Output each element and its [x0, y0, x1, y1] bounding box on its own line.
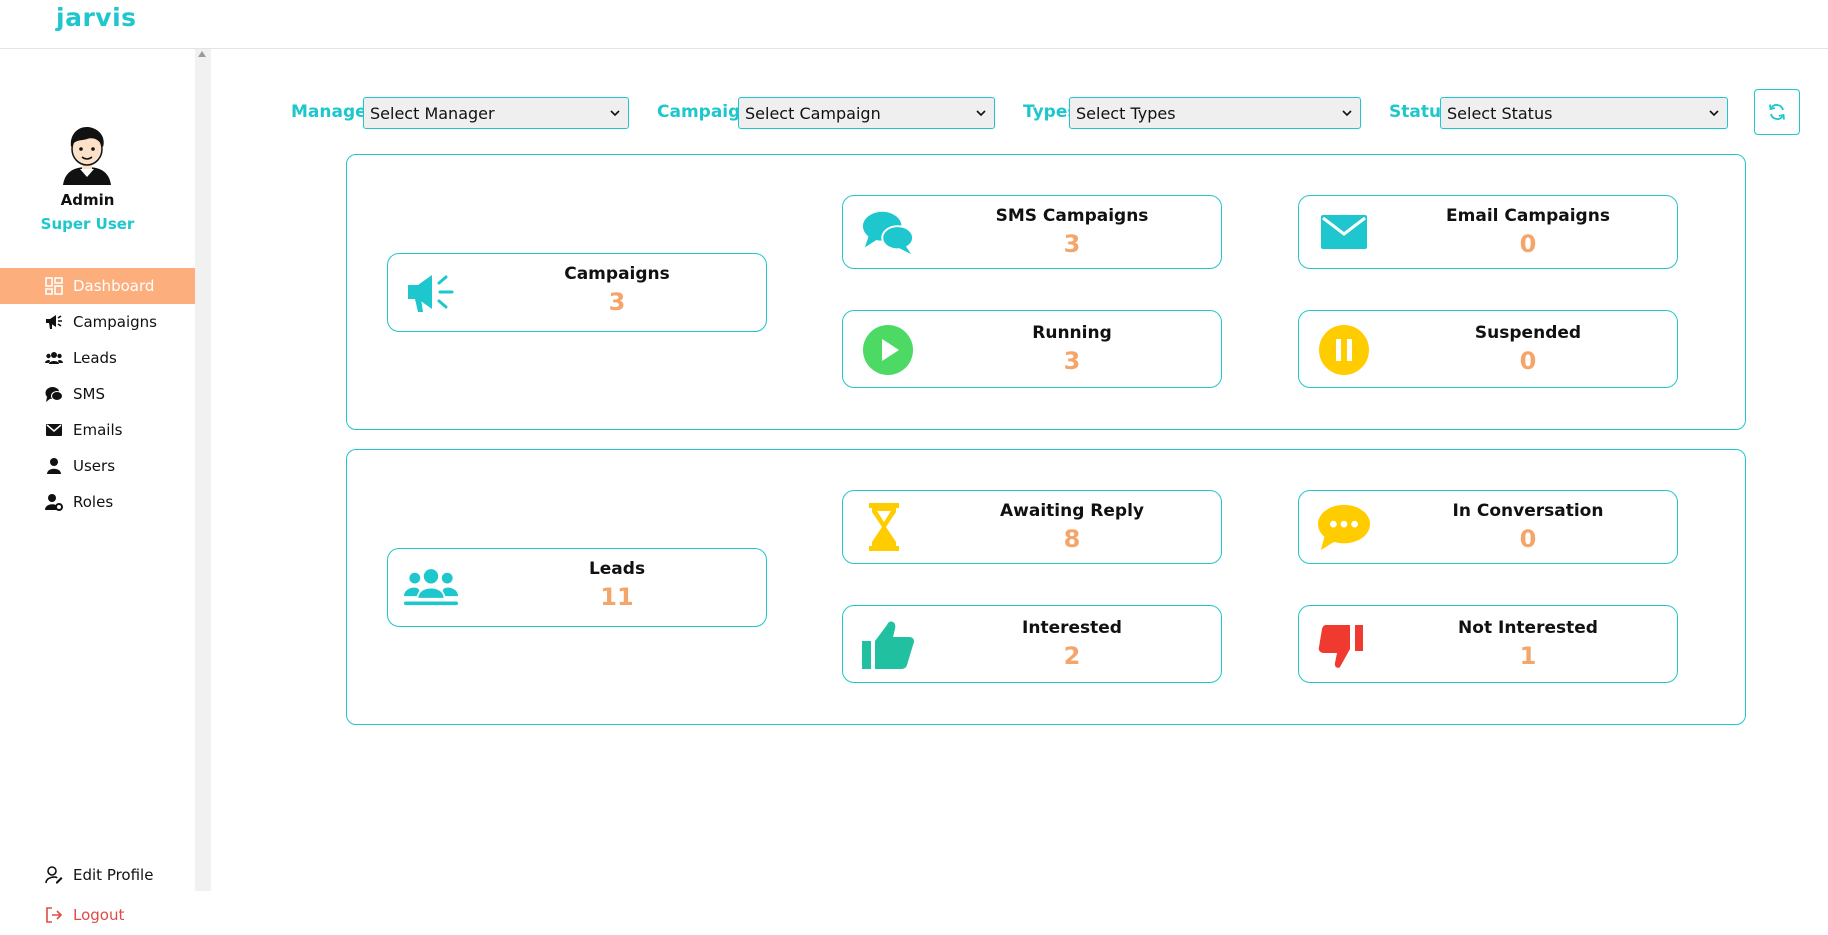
chevron-down-icon [976, 110, 986, 117]
sidebar-item-emails[interactable]: Emails [0, 412, 195, 448]
types-select[interactable]: Select Types [1069, 97, 1361, 129]
leads-panel: Leads 11 Awaiting Reply 8 In Conversatio… [346, 449, 1746, 725]
email-campaigns-card-title: Email Campaigns [1446, 206, 1610, 226]
sidebar-item-sms[interactable]: SMS [0, 376, 195, 412]
sidebar-item-users[interactable]: Users [0, 448, 195, 484]
user-edit-icon [44, 865, 64, 885]
play-icon [861, 324, 915, 376]
chevron-down-icon [1709, 110, 1719, 117]
in-conversation-card-value: 0 [1519, 525, 1537, 553]
not-interested-card[interactable]: Not Interested 1 [1298, 605, 1678, 683]
awaiting-reply-card[interactable]: Awaiting Reply 8 [842, 490, 1222, 564]
envelope-icon [1317, 206, 1371, 258]
manager-select[interactable]: Select Manager [363, 97, 629, 129]
megaphone-icon [406, 267, 460, 319]
user-cog-icon [44, 492, 64, 512]
thumbs-up-icon [861, 619, 915, 671]
interested-card-value: 2 [1063, 642, 1081, 670]
megaphone-icon [44, 312, 64, 332]
campaigns-card[interactable]: Campaigns 3 [387, 253, 767, 332]
not-interested-card-value: 1 [1519, 642, 1537, 670]
awaiting-reply-card-value: 8 [1063, 525, 1081, 553]
user-name: Admin [60, 191, 115, 209]
types-select-value: Select Types [1076, 103, 1176, 123]
sidebar-nav: Dashboard Campaigns Leads SMS Emails Use… [0, 268, 195, 520]
sidebar-item-label: Emails [73, 421, 123, 439]
email-campaigns-card[interactable]: Email Campaigns 0 [1298, 195, 1678, 269]
in-conversation-card-title: In Conversation [1452, 501, 1604, 521]
sidebar-item-label: SMS [73, 385, 105, 403]
chat-bubbles-icon [861, 206, 915, 258]
sidebar-item-roles[interactable]: Roles [0, 484, 195, 520]
leads-card-title: Leads [588, 559, 646, 579]
campaigns-card-title: Campaigns [564, 264, 670, 284]
campaign-select[interactable]: Select Campaign [738, 97, 995, 129]
hourglass-icon [857, 501, 911, 553]
sidebar-item-label: Roles [73, 493, 114, 511]
running-card-value: 3 [1063, 347, 1081, 375]
edit-profile-link[interactable]: Edit Profile [0, 855, 195, 895]
sidebar-item-campaigns[interactable]: Campaigns [0, 304, 195, 340]
logout-label: Logout [73, 906, 125, 924]
sidebar-item-dashboard[interactable]: Dashboard [0, 268, 195, 304]
status-select-value: Select Status [1447, 103, 1553, 123]
sidebar-item-label: Dashboard [73, 277, 155, 295]
status-select[interactable]: Select Status [1440, 97, 1728, 129]
leads-card[interactable]: Leads 11 [387, 548, 767, 627]
scroll-up-arrow-icon[interactable] [198, 51, 206, 57]
suspended-card-title: Suspended [1474, 323, 1582, 343]
logout-icon [44, 905, 64, 925]
sidebar-item-leads[interactable]: Leads [0, 340, 195, 376]
user-icon [44, 456, 64, 476]
thumbs-down-icon [1317, 619, 1371, 671]
logout-link[interactable]: Logout [0, 895, 195, 935]
sms-campaigns-card[interactable]: SMS Campaigns 3 [842, 195, 1222, 269]
sidebar-bottom-nav: Edit Profile Logout [0, 855, 195, 935]
edit-profile-label: Edit Profile [73, 866, 154, 884]
leads-card-value: 11 [600, 583, 634, 611]
sidebar: Admin Super User Dashboard Campaigns Lea… [0, 49, 195, 924]
interested-card[interactable]: Interested 2 [842, 605, 1222, 683]
dashboard-icon [44, 276, 64, 296]
chevron-down-icon [610, 110, 620, 117]
sidebar-item-label: Campaigns [73, 313, 158, 331]
sidebar-scrollbar[interactable] [195, 49, 211, 891]
sms-campaigns-card-title: SMS Campaigns [995, 206, 1149, 226]
email-campaigns-card-value: 0 [1519, 230, 1537, 258]
refresh-icon [1769, 104, 1785, 120]
suspended-card[interactable]: Suspended 0 [1298, 310, 1678, 388]
chat-dots-icon [1317, 501, 1371, 553]
users-group-icon [404, 562, 458, 614]
in-conversation-card[interactable]: In Conversation 0 [1298, 490, 1678, 564]
sidebar-item-label: Users [73, 457, 116, 475]
users-group-icon [44, 348, 64, 368]
campaigns-card-value: 3 [608, 288, 626, 316]
campaigns-panel: Campaigns 3 SMS Campaigns 3 Email Campai… [346, 154, 1746, 430]
awaiting-reply-card-title: Awaiting Reply [999, 501, 1144, 521]
sidebar-item-label: Leads [73, 349, 117, 367]
suspended-card-value: 0 [1519, 347, 1537, 375]
app-brand[interactable]: jarvis [56, 3, 137, 32]
user-role: Super User [40, 215, 135, 233]
filter-bar: Manager Select Manager Campaign Select C… [0, 95, 1828, 131]
sms-campaigns-card-value: 3 [1063, 230, 1081, 258]
top-bar: jarvis [0, 0, 1828, 49]
refresh-button[interactable] [1754, 89, 1800, 135]
campaign-select-value: Select Campaign [745, 103, 881, 123]
envelope-icon [44, 420, 64, 440]
manager-select-value: Select Manager [370, 103, 495, 123]
avatar [63, 127, 111, 185]
running-card-title: Running [1032, 323, 1112, 343]
running-card[interactable]: Running 3 [842, 310, 1222, 388]
interested-card-title: Interested [1022, 618, 1122, 638]
pause-icon [1317, 324, 1371, 376]
chevron-down-icon [1342, 110, 1352, 117]
not-interested-card-title: Not Interested [1458, 618, 1598, 638]
chat-icon [44, 384, 64, 404]
